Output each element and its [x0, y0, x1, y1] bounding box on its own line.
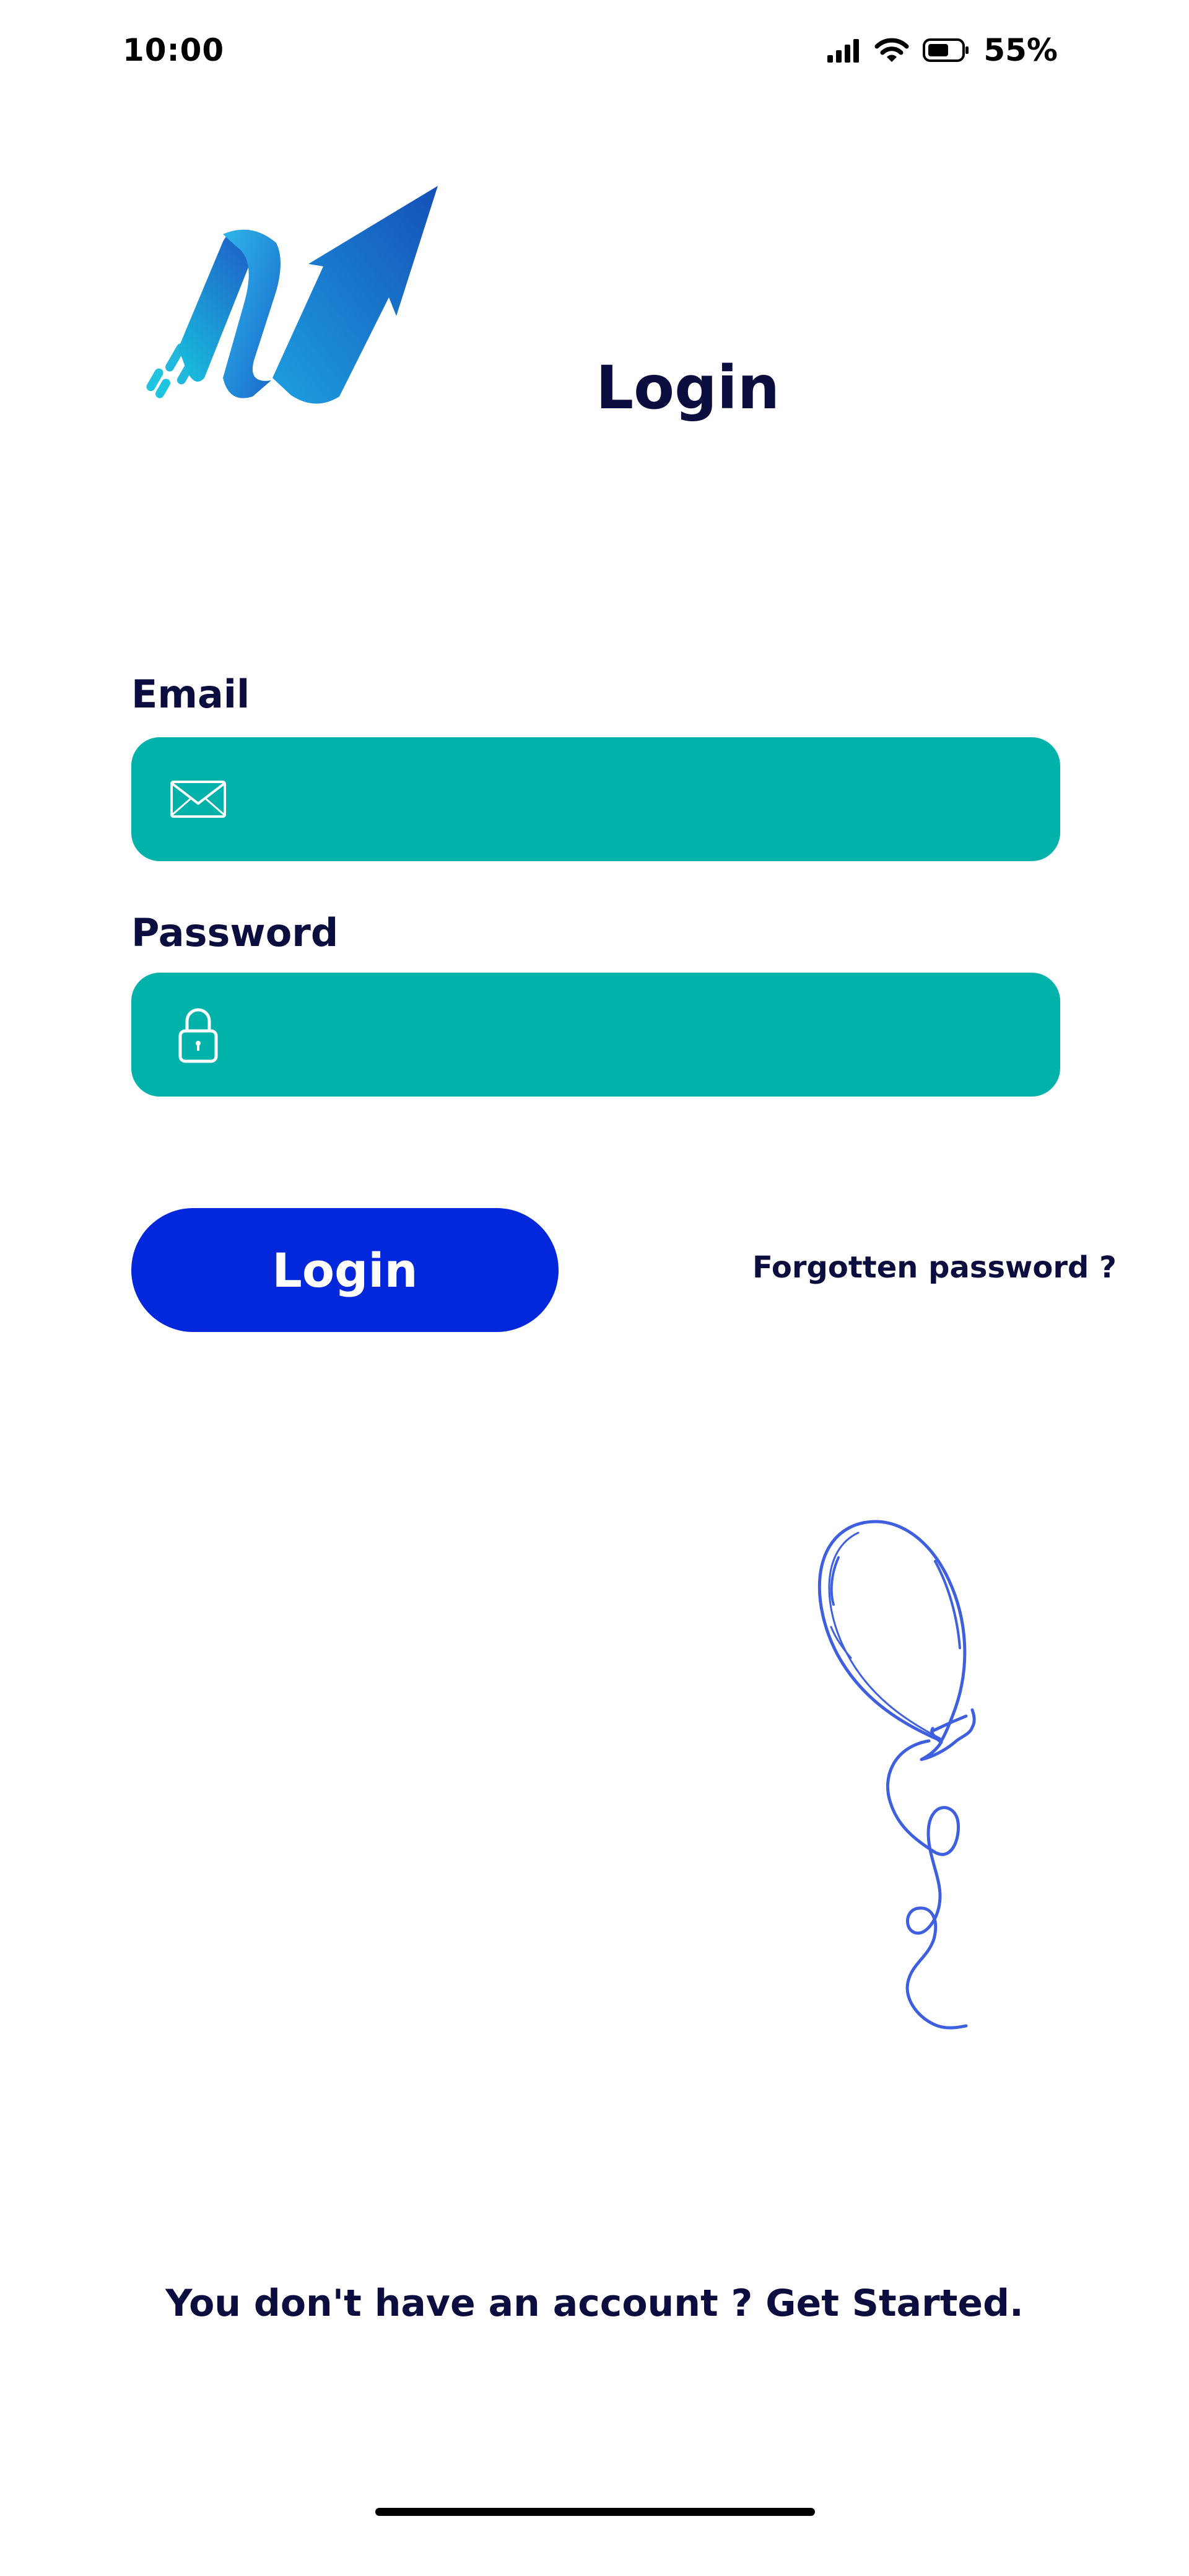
forgot-password-link[interactable]: Forgotten password ?	[752, 1253, 1117, 1282]
signup-prompt: You don't have an account ? Get Started.	[0, 2285, 1189, 2322]
lock-icon	[167, 1004, 229, 1066]
signup-prompt-text: You don't have an account ?	[165, 2282, 766, 2325]
email-label: Email	[131, 672, 250, 717]
password-field[interactable]	[131, 973, 1060, 1097]
email-field[interactable]	[131, 737, 1060, 861]
brand-logo	[130, 186, 440, 421]
status-indicators: 55%	[826, 32, 1058, 68]
get-started-link[interactable]: Get Started.	[765, 2282, 1024, 2325]
signal-icon	[826, 38, 861, 63]
login-button[interactable]: Login	[131, 1208, 559, 1332]
email-input[interactable]	[229, 737, 1060, 861]
page-title: Login	[596, 353, 780, 423]
password-label: Password	[131, 910, 339, 955]
status-time: 10:00	[123, 32, 225, 68]
home-indicator[interactable]	[375, 2508, 815, 2516]
status-bar: 10:00 55%	[0, 0, 1189, 105]
password-input[interactable]	[229, 973, 1060, 1097]
balloon-illustration	[786, 1512, 991, 2057]
wifi-icon	[874, 37, 909, 63]
battery-icon	[923, 38, 970, 63]
envelope-icon	[167, 768, 229, 830]
battery-percent: 55%	[983, 32, 1058, 68]
